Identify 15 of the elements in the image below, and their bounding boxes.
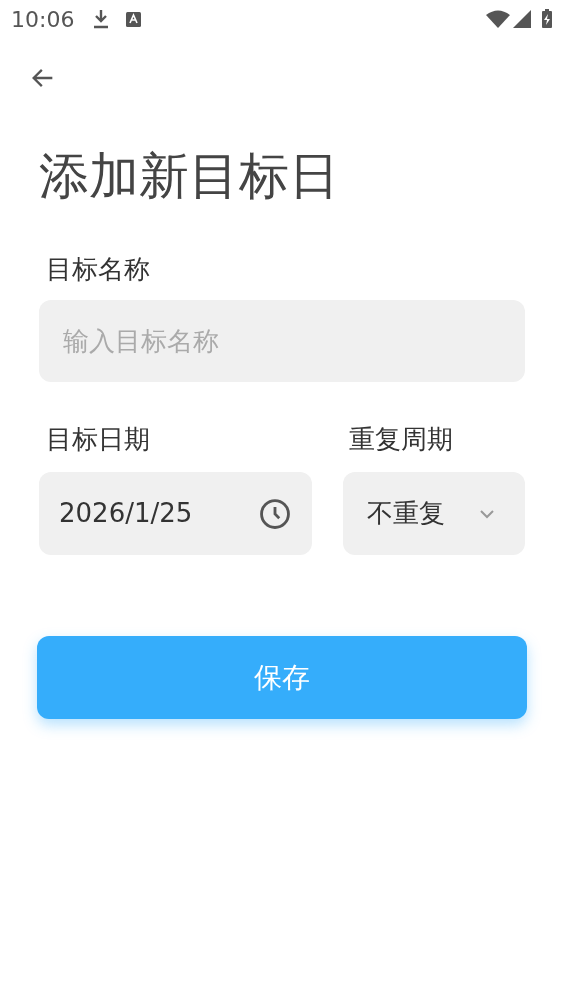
repeat-dropdown[interactable]: 不重复 [343, 472, 525, 555]
date-label: 目标日期 [46, 423, 151, 456]
wifi-icon [486, 10, 510, 28]
page-title: 添加新目标日 [39, 146, 340, 206]
signal-icon [513, 10, 531, 28]
status-time: 10:06 [11, 5, 75, 34]
battery-icon [541, 9, 553, 29]
keyboard-icon [126, 11, 142, 27]
date-field[interactable]: 2026/1/25 [39, 472, 312, 555]
name-input-field[interactable]: 输入目标名称 [39, 300, 525, 382]
clock-icon [258, 496, 292, 531]
name-label: 目标名称 [46, 253, 151, 286]
repeat-label: 重复周期 [349, 423, 454, 456]
chevron-down-icon [479, 508, 495, 519]
download-icon [92, 9, 111, 29]
